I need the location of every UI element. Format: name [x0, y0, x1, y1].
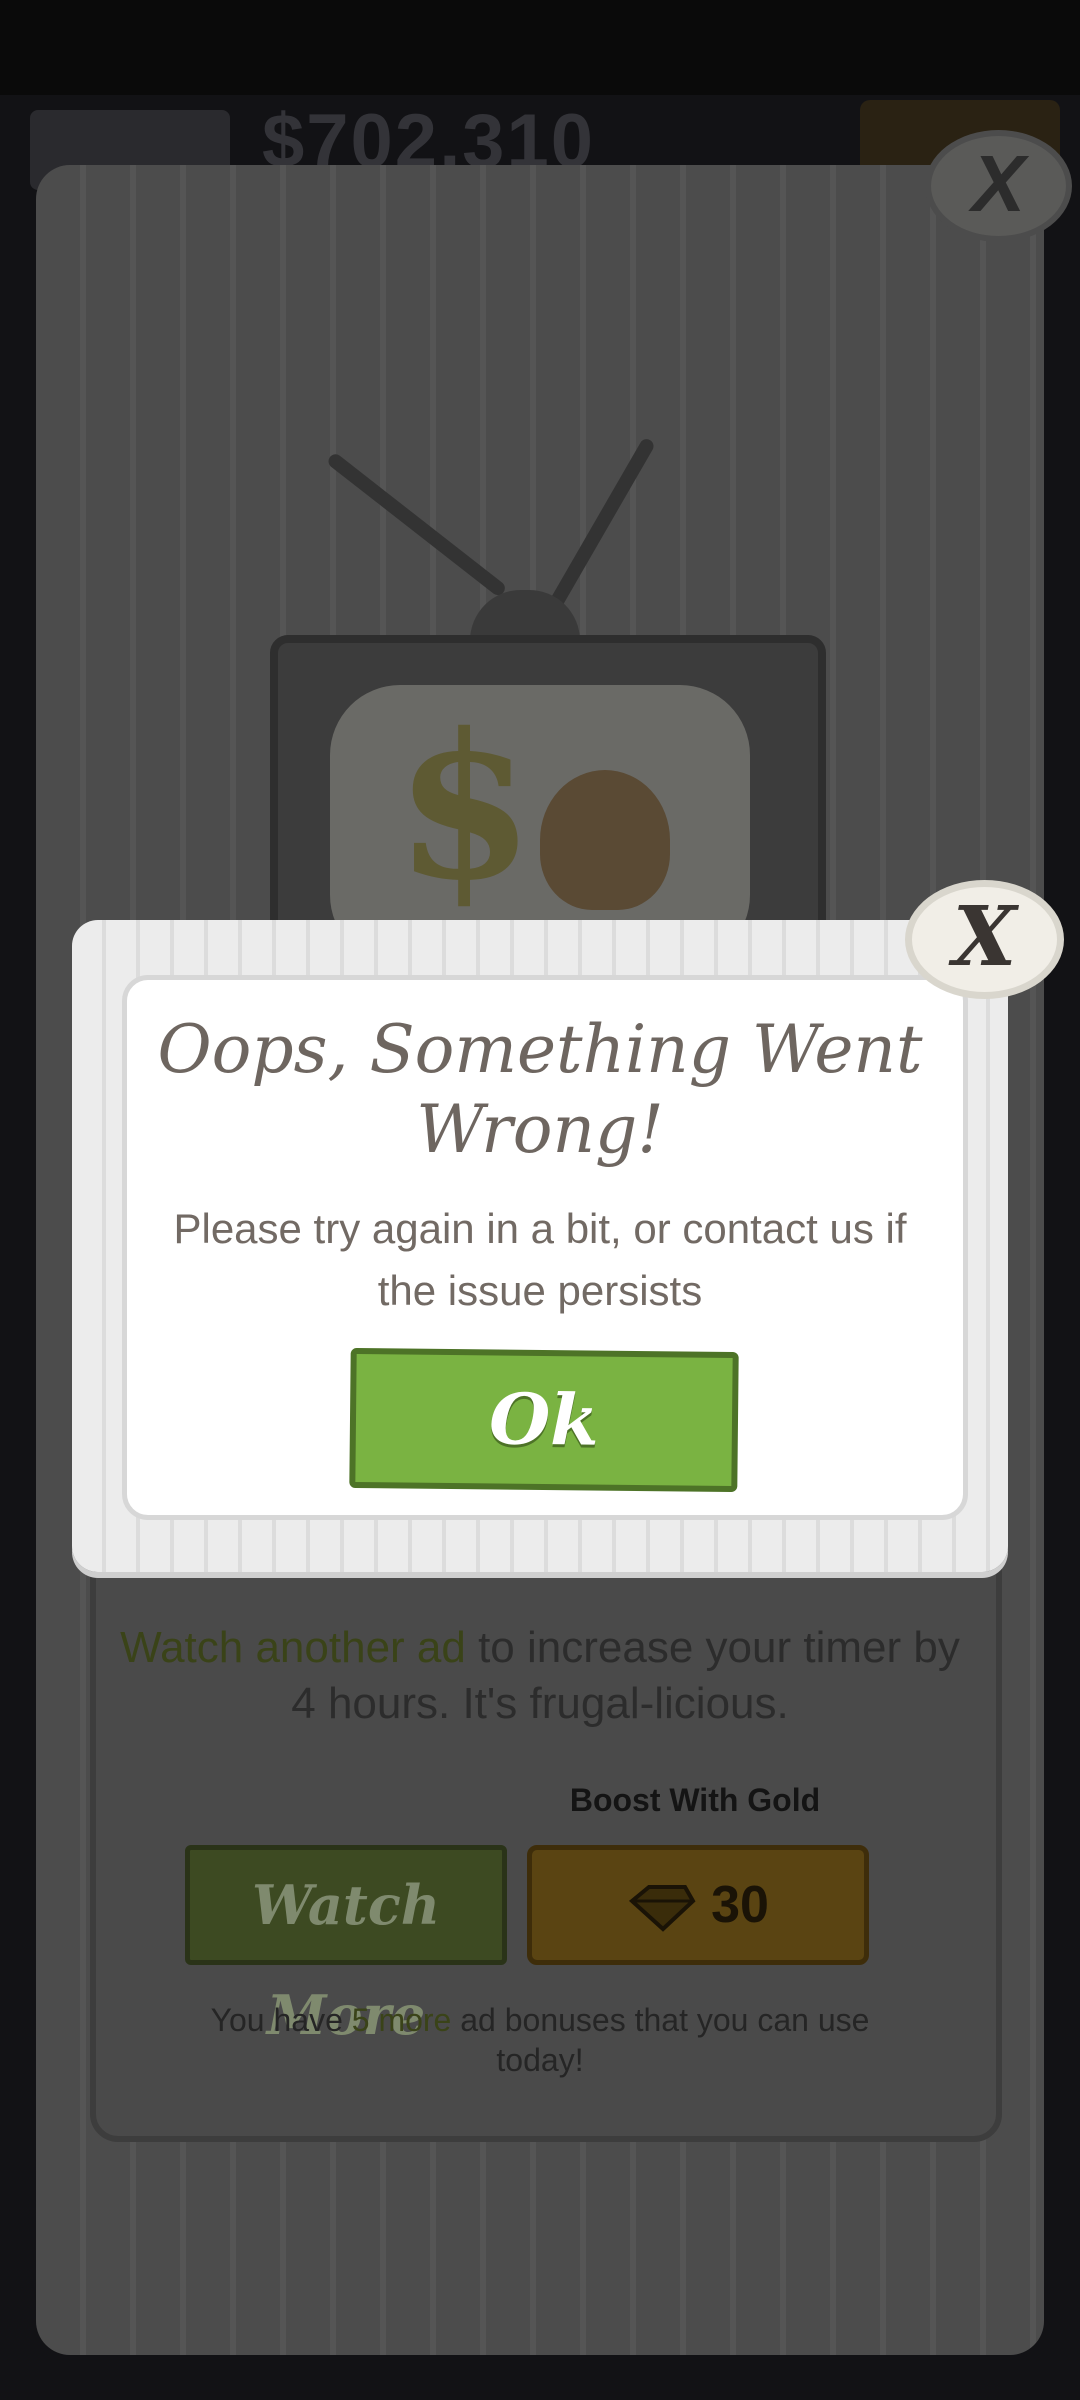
close-icon: X	[952, 889, 1017, 985]
dollar-sign-icon: $	[395, 690, 535, 925]
boost-gold-button[interactable]: 30	[527, 1845, 869, 1965]
gold-cost: 30	[711, 1876, 769, 1934]
error-dialog-title: Oops, Something Went Wrong!	[157, 1011, 923, 1168]
status-bar	[0, 0, 1080, 95]
bonus-note: You have 5 more ad bonuses that you can …	[180, 2000, 900, 2080]
ad-panel-message-highlight: Watch another ad	[120, 1623, 466, 1672]
close-icon: X	[971, 139, 1026, 228]
error-dialog-close-button[interactable]: X	[905, 880, 1064, 999]
bonus-note-suffix: ad bonuses that you can use today!	[451, 2002, 870, 2078]
ad-panel-message: Watch another ad to increase your timer …	[120, 1620, 960, 1732]
error-dialog-message: Please try again in a bit, or contact us…	[173, 1205, 907, 1314]
bonus-note-prefix: You have	[210, 2002, 352, 2038]
gem-icon	[629, 1885, 696, 1932]
money-bag-icon	[540, 770, 670, 910]
ad-panel-close-button[interactable]: X	[925, 130, 1072, 242]
watch-more-button[interactable]: Watch More	[185, 1845, 507, 2047]
bonus-count: 5 more	[351, 2002, 452, 2038]
boost-with-gold-label: Boost With Gold	[569, 1782, 821, 1818]
ok-button[interactable]: Ok	[349, 1347, 739, 1493]
